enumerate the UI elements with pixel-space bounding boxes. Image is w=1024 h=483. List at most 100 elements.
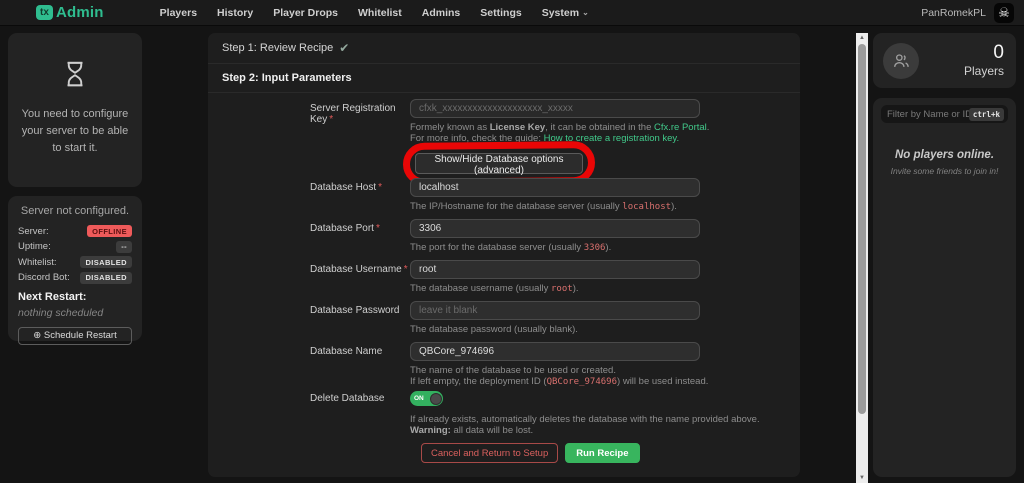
db-pass-help: The database password (usually blank). [410, 324, 578, 335]
help-text: ). [605, 242, 611, 253]
db-name-help1: The name of the database to be used or c… [410, 365, 616, 376]
help-text: If left empty, the deployment ID ( [410, 376, 547, 387]
nav-item-player-drops[interactable]: Player Drops [263, 7, 348, 19]
status-label: Uptime: [18, 241, 51, 252]
schedule-restart-button[interactable]: ⊕ Schedule Restart [18, 327, 132, 345]
status-label: Whitelist: [18, 257, 57, 268]
cfx-portal-link[interactable]: Cfx.re Portal [654, 122, 707, 133]
status-badge-whitelist: DISABLED [80, 256, 132, 268]
help-text: For more info, check the guide: [410, 133, 544, 144]
db-user-help: The database username (usually root). [410, 283, 579, 294]
shortcut-badge: ctrl+k [969, 108, 1004, 121]
empty-player-list: No players online. Invite some friends t… [881, 149, 1008, 176]
status-badge-uptime: -- [116, 241, 132, 253]
reg-key-input[interactable] [410, 99, 700, 118]
db-pass-input[interactable] [410, 301, 700, 320]
db-name-input[interactable] [410, 342, 700, 361]
toggle-knob [430, 393, 442, 405]
delete-database-toggle[interactable]: ON [410, 391, 443, 406]
required-mark: * [376, 223, 380, 234]
scrollbar-down-arrow[interactable]: ▼ [856, 473, 868, 483]
players-label: Players [964, 64, 1004, 78]
run-recipe-button[interactable]: Run Recipe [565, 443, 639, 463]
player-filter-input[interactable] [887, 109, 969, 120]
status-label: Server: [18, 226, 49, 237]
help-text: ). [573, 283, 579, 294]
nav-item-whitelist[interactable]: Whitelist [348, 7, 412, 19]
nav-item-settings[interactable]: Settings [470, 7, 531, 19]
help-bold: License Key [490, 122, 545, 133]
nav-item-admins[interactable]: Admins [412, 7, 471, 19]
help-text: ). [671, 201, 677, 212]
next-restart-label: Next Restart: [18, 291, 132, 303]
status-label: Discord Bot: [18, 272, 70, 283]
help-text: . [707, 122, 710, 133]
db-host-label-text: Database Host [310, 182, 376, 193]
reg-key-help2: For more info, check the guide: How to c… [410, 133, 679, 144]
status-row-whitelist: Whitelist: DISABLED [18, 256, 132, 268]
form-actions: Cancel and Return to Setup Run Recipe [421, 443, 640, 463]
registration-key-guide-link[interactable]: How to create a registration key. [544, 133, 680, 144]
page-scrollbar[interactable]: ▲ ▼ [856, 33, 868, 483]
help-text: The IP/Hostname for the database server … [410, 201, 622, 212]
navbar-profile[interactable]: PanRomekPL ☠ [921, 3, 1014, 23]
db-port-label-text: Database Port [310, 223, 374, 234]
db-port-label: Database Port* [310, 223, 408, 234]
deployer-panel: Step 1: Review Recipe ✔ Step 2: Input Pa… [208, 33, 800, 477]
scrollbar-up-arrow[interactable]: ▲ [856, 33, 868, 43]
status-row-uptime: Uptime: -- [18, 241, 132, 253]
help-code: 3306 [584, 243, 606, 253]
db-user-input[interactable] [410, 260, 700, 279]
help-text: , it can be obtained in the [545, 122, 654, 133]
help-text: The database username (usually [410, 283, 551, 294]
main-nav: Players History Player Drops Whitelist A… [150, 7, 599, 19]
db-user-label-text: Database Username [310, 264, 402, 275]
reg-key-label: Server Registration Key* [310, 103, 408, 125]
required-mark: * [404, 264, 408, 275]
nav-item-history[interactable]: History [207, 7, 263, 19]
avatar[interactable]: ☠ [994, 3, 1014, 23]
db-pass-label-text: Database Password [310, 305, 400, 316]
player-filter[interactable]: ctrl+k [881, 105, 1008, 123]
help-text: The port for the database server (usuall… [410, 242, 584, 253]
cancel-return-setup-button[interactable]: Cancel and Return to Setup [421, 443, 558, 463]
scrollbar-thumb[interactable] [858, 44, 866, 414]
next-restart-value: nothing scheduled [18, 307, 132, 319]
configure-notice-card: You need to configure your server to be … [8, 33, 142, 187]
players-summary-card: 0 Players [873, 33, 1016, 88]
nav-item-players[interactable]: Players [150, 7, 207, 19]
db-port-help: The port for the database server (usuall… [410, 242, 611, 253]
help-code: QBCore_974696 [547, 377, 617, 387]
hourglass-icon [60, 59, 90, 89]
tx-logo-icon: tx [36, 5, 53, 20]
warning-bold: Warning: [410, 425, 451, 436]
skull-icon: ☠ [998, 6, 1010, 19]
logo-admin-text: Admin [56, 4, 104, 21]
db-name-label-text: Database Name [310, 346, 382, 357]
status-badge-discord: DISABLED [80, 272, 132, 284]
status-row-discord: Discord Bot: DISABLED [18, 272, 132, 284]
players-icon-circle [883, 43, 919, 79]
input-parameters-form: Server Registration Key* Formely known a… [208, 33, 800, 477]
db-port-input[interactable] [410, 219, 700, 238]
status-title: Server not configured. [18, 205, 132, 217]
nav-item-system-label: System [542, 7, 579, 19]
top-navbar: tx Admin Players History Player Drops Wh… [0, 0, 1024, 26]
reg-key-label-text: Server Registration Key [310, 103, 396, 125]
show-hide-db-options-button[interactable]: Show/Hide Database options (advanced) [415, 153, 583, 174]
player-list-card: ctrl+k No players online. Invite some fr… [873, 98, 1016, 477]
username-label: PanRomekPL [921, 7, 986, 19]
db-host-label: Database Host* [310, 182, 408, 193]
schedule-restart-label: Schedule Restart [44, 330, 117, 341]
chevron-down-icon: ⌄ [582, 8, 589, 17]
status-badge-offline: OFFLINE [87, 225, 132, 237]
reg-key-help1: Formely known as License Key, it can be … [410, 122, 709, 133]
no-players-title: No players online. [881, 149, 1008, 161]
help-text: Formely known as [410, 122, 490, 133]
txadmin-logo[interactable]: tx Admin [36, 4, 104, 21]
nav-item-system[interactable]: System ⌄ [532, 7, 599, 19]
db-user-label: Database Username* [310, 264, 408, 275]
db-host-input[interactable] [410, 178, 700, 197]
players-group-icon [891, 51, 911, 71]
toggle-on-label: ON [414, 395, 424, 402]
